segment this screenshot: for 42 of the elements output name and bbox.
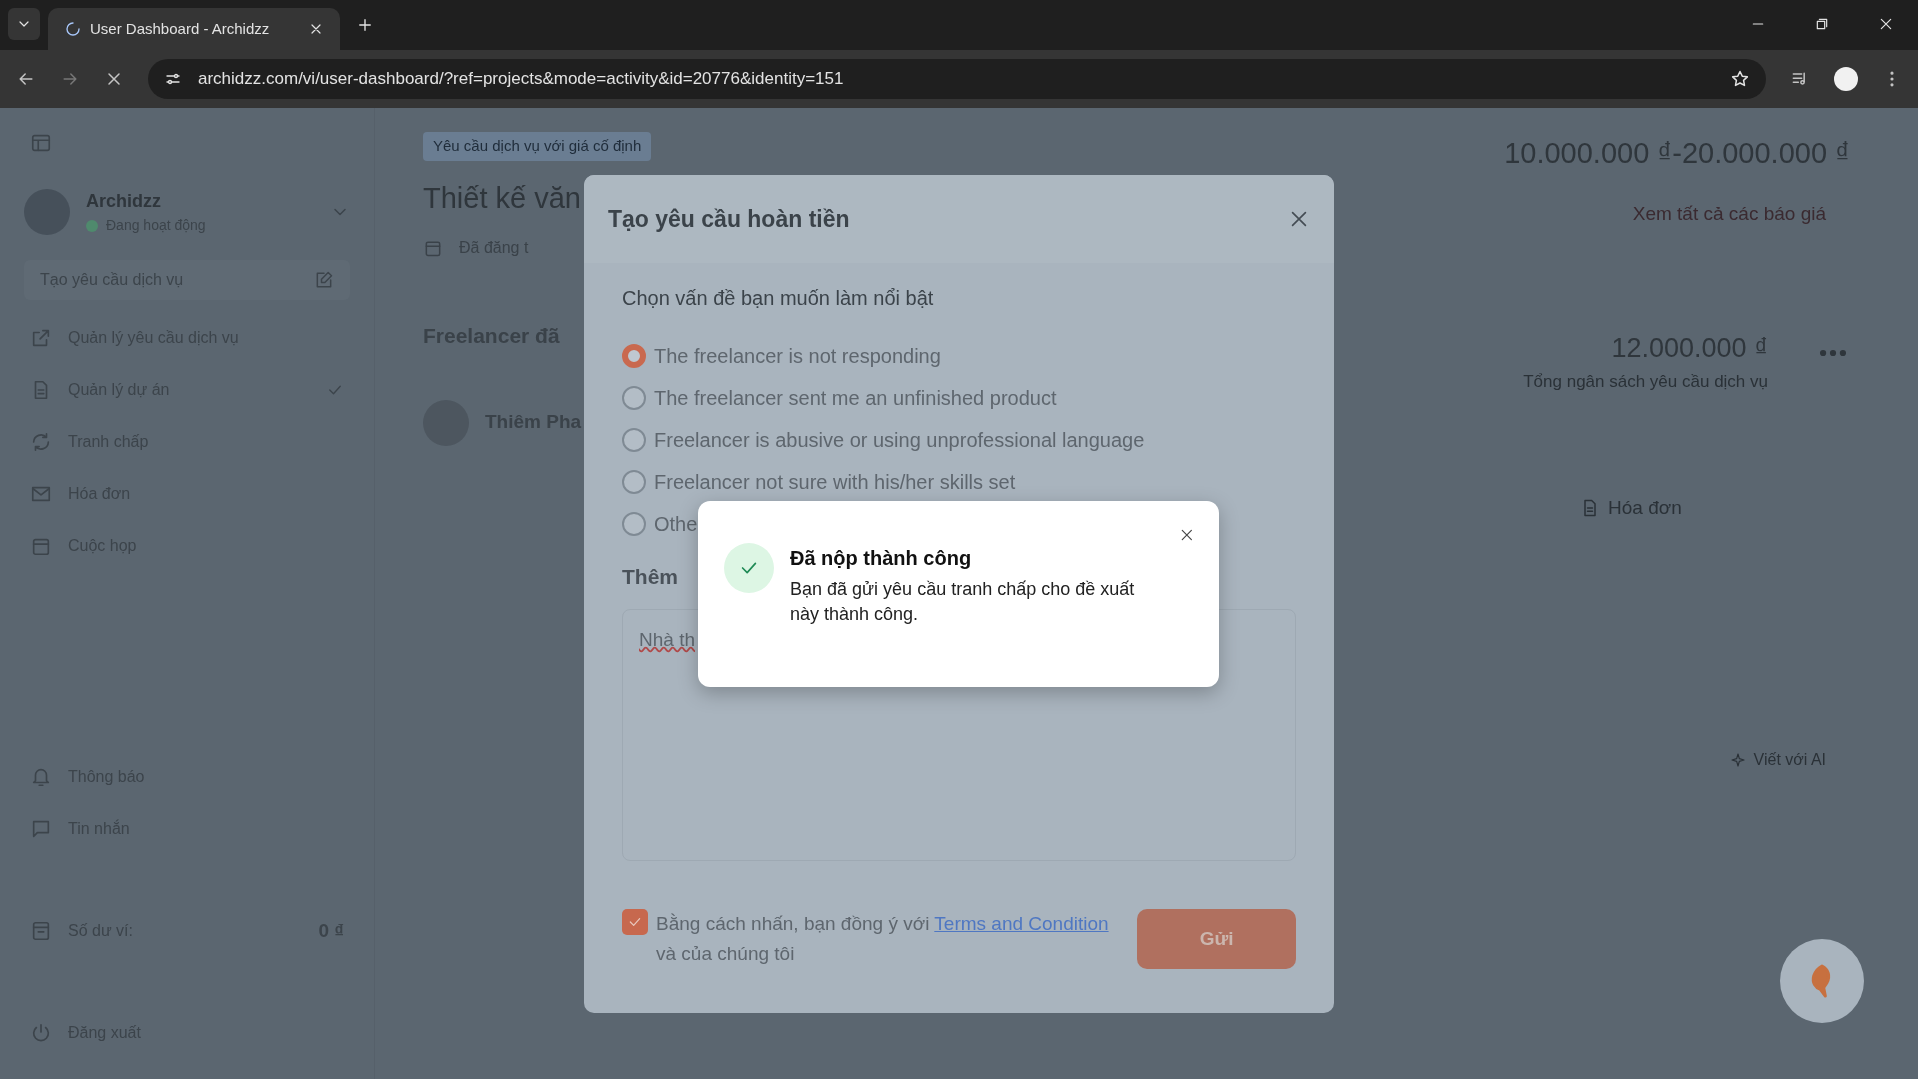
- radio-button[interactable]: [622, 428, 646, 452]
- radio-button[interactable]: [622, 344, 646, 368]
- option-label: Othe: [654, 512, 698, 537]
- sync-icon: [30, 431, 52, 453]
- wallet-icon: [30, 919, 52, 942]
- url-text: archidzz.com/vi/user-dashboard/?ref=projects&mode=activity&id=20776&identity=151: [198, 68, 845, 91]
- consent-text: Bằng cách nhấn, bạn đồng ý với Terms and Condition và của chúng tôi: [656, 911, 1110, 966]
- tab-title: User Dashboard - Archidzz: [90, 18, 271, 39]
- new-tab-icon[interactable]: [356, 16, 374, 34]
- invoice-tab[interactable]: Hóa đơn: [1580, 494, 1682, 523]
- power-icon: [30, 1022, 52, 1044]
- restore-icon[interactable]: [1814, 16, 1830, 32]
- radio-button[interactable]: [622, 512, 646, 536]
- address-bar[interactable]: archidzz.com/vi/user-dashboard/?ref=projects&mode=activity&id=20776&identity=151: [148, 59, 1766, 99]
- external-link-icon: [30, 327, 52, 349]
- quotes-link[interactable]: Xem tất cả các báo giá: [1632, 199, 1826, 228]
- toast-title: Đã nộp thành công: [790, 546, 973, 571]
- dialog-title: Tạo yêu cầu hoàn tiền: [608, 204, 851, 234]
- option-label: The freelancer sent me an unfinished product: [654, 386, 1057, 411]
- star-icon[interactable]: [1730, 69, 1750, 89]
- success-icon: [724, 543, 774, 593]
- prompt-text: Chọn vấn đề bạn muốn làm nổi bật: [622, 286, 935, 311]
- section-label: Thêm: [622, 564, 678, 590]
- submit-button[interactable]: Gửi: [1137, 908, 1296, 969]
- edit-icon: [314, 270, 334, 290]
- browser-tab[interactable]: User Dashboard - Archidzz: [48, 8, 340, 50]
- option-label: The freelancer is not responding: [654, 344, 941, 369]
- terms-link[interactable]: Terms and Condition: [934, 912, 1109, 934]
- profile-avatar[interactable]: [1834, 67, 1858, 91]
- loading-spinner-icon: [64, 20, 82, 38]
- radio-button[interactable]: [622, 470, 646, 494]
- write-with-ai-button[interactable]: Viết với AI: [1729, 747, 1826, 772]
- radio-button[interactable]: [622, 386, 646, 410]
- calendar-icon: [423, 238, 443, 258]
- option-label: Freelancer is abusive or using unprofessional language: [654, 428, 1145, 453]
- checkbox[interactable]: [622, 908, 648, 935]
- budget-label: Tổng ngân sách yêu cầu dịch vụ: [1523, 370, 1768, 393]
- option-label: Freelancer not sure with his/her skills set: [654, 470, 1016, 495]
- close-icon[interactable]: [1878, 16, 1894, 32]
- sparkle-icon: [1729, 751, 1746, 768]
- tab-list-button[interactable]: [8, 8, 40, 40]
- service-tag: Yêu cầu dịch vụ với giá cố định: [423, 132, 652, 161]
